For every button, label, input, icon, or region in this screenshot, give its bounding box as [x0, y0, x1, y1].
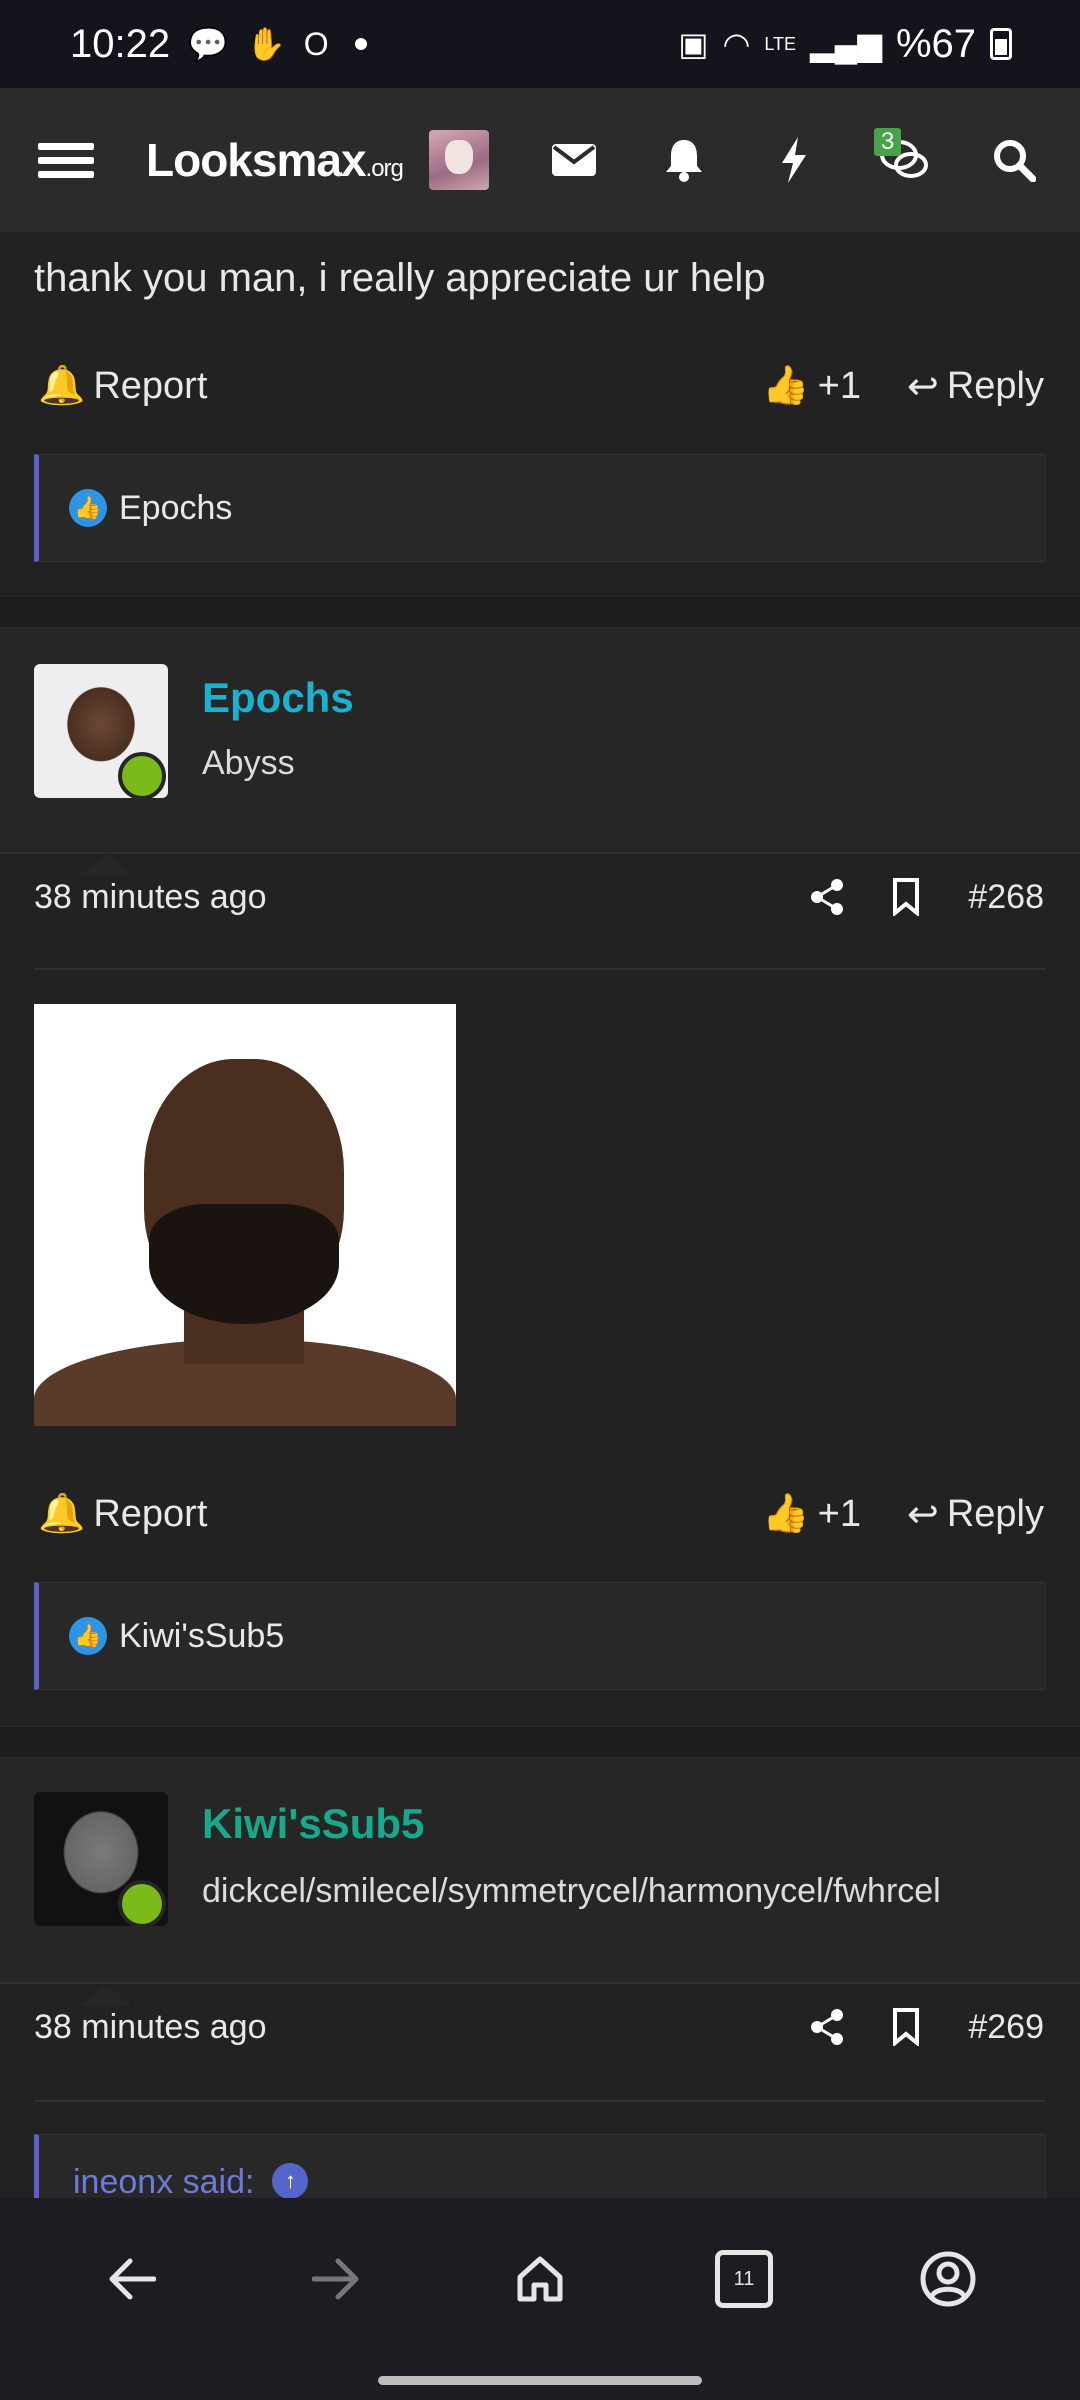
post-separator: [0, 1726, 1080, 1758]
bell-icon: 🔔: [38, 365, 86, 407]
user-avatar[interactable]: [428, 130, 489, 190]
post-meta: 38 minutes ago #268: [0, 854, 1080, 940]
logo-text: Looksmax: [146, 134, 367, 186]
wifi-icon: ◠: [722, 26, 751, 62]
browser-bottom-nav: 11: [0, 2198, 1080, 2400]
post-user-block: Kiwi'sSub5 dickcel/smilecel/symmetrycel/…: [0, 1758, 1080, 2006]
reply-label: Reply: [946, 1492, 1044, 1535]
forward-icon[interactable]: [296, 2239, 376, 2319]
online-indicator: [118, 752, 166, 800]
bookmark-icon[interactable]: [892, 878, 920, 916]
signal-icon: ▂▄▆: [810, 26, 882, 62]
quote-author[interactable]: ineonx said:: [73, 2163, 254, 2198]
user-title: Abyss: [202, 744, 295, 782]
post-image[interactable]: [34, 1004, 456, 1426]
online-indicator: [118, 1880, 166, 1928]
post-body: thank you man, i really appreciate ur he…: [34, 256, 766, 300]
opera-notification-icon: O: [303, 25, 329, 62]
menu-icon[interactable]: [30, 124, 102, 196]
post-separator: [0, 596, 1080, 628]
site-header: Looksmax.org 3: [0, 88, 1080, 232]
site-logo[interactable]: Looksmax.org: [146, 133, 404, 187]
post-username[interactable]: Epochs: [202, 674, 354, 722]
post-time[interactable]: 38 minutes ago: [34, 878, 267, 917]
like-count: +1: [817, 364, 861, 407]
report-label: Report: [93, 1492, 208, 1535]
reactions-users[interactable]: Epochs: [119, 489, 232, 528]
battery-percent: %67: [895, 21, 976, 66]
home-icon[interactable]: [500, 2239, 580, 2319]
network-label: LTE: [764, 34, 797, 54]
reply-button[interactable]: ↩ Reply: [907, 1492, 1044, 1537]
gesture-notification-icon: ✋: [245, 26, 286, 62]
back-icon[interactable]: [92, 2239, 172, 2319]
report-label: Report: [93, 364, 208, 407]
status-time: 10:22: [70, 21, 171, 66]
reactions-bar[interactable]: 👍 Kiwi'sSub5: [34, 1582, 1046, 1690]
post-number[interactable]: #269: [968, 2008, 1044, 2047]
post-time[interactable]: 38 minutes ago: [34, 2008, 267, 2047]
bell-icon[interactable]: [648, 124, 720, 196]
tabs-icon[interactable]: 11: [704, 2239, 784, 2319]
chat-icon[interactable]: 3: [868, 124, 940, 196]
like-count: +1: [817, 1492, 861, 1535]
status-bar: 10:22 💬 ✋ O ▣ ◠ LTE ▂▄▆ %67: [0, 0, 1080, 88]
thread-content: thank you man, i really appreciate ur he…: [0, 232, 1080, 2198]
post-meta: 38 minutes ago #269: [0, 1984, 1080, 2070]
like-button[interactable]: 👍 +1: [762, 364, 861, 408]
logo-suffix: .org: [365, 155, 404, 182]
report-button[interactable]: 🔔 Report: [38, 364, 207, 408]
quote-jump-icon[interactable]: ↑: [272, 2163, 309, 2198]
post-number[interactable]: #268: [968, 878, 1044, 917]
reply-label: Reply: [946, 364, 1044, 407]
search-icon[interactable]: [978, 124, 1050, 196]
tab-count: 11: [715, 2250, 773, 2308]
like-button[interactable]: 👍 +1: [762, 1492, 861, 1536]
post-actions: 🔔 Report 👍 +1 ↩ Reply: [0, 356, 1080, 416]
reactions-users[interactable]: Kiwi'sSub5: [119, 1617, 284, 1656]
lightning-icon[interactable]: [758, 124, 830, 196]
divider: [34, 968, 1046, 970]
share-icon[interactable]: [810, 879, 844, 915]
share-icon[interactable]: [810, 2009, 844, 2045]
account-icon[interactable]: [908, 2239, 988, 2319]
battery-saver-icon: ▣: [678, 26, 709, 62]
thumbs-up-icon: 👍: [762, 1493, 810, 1535]
divider: [34, 2100, 1046, 2102]
gesture-bar[interactable]: [378, 2376, 702, 2385]
report-button[interactable]: 🔔 Report: [38, 1492, 207, 1536]
reply-button[interactable]: ↩ Reply: [907, 364, 1044, 409]
thumbs-up-icon: 👍: [762, 365, 810, 407]
message-notification-icon: 💬: [188, 26, 228, 62]
user-title: dickcel/smilecel/symmetrycel/harmonycel/…: [202, 1872, 941, 1910]
bell-icon: 🔔: [38, 1493, 86, 1535]
reply-arrow-icon: ↩: [907, 1493, 939, 1536]
reactions-bar[interactable]: 👍 Epochs: [34, 454, 1046, 562]
battery-icon: [990, 28, 1012, 60]
post-user-block: Epochs Abyss: [0, 628, 1080, 876]
quote-block[interactable]: ineonx said: ↑: [34, 2134, 1046, 2198]
post-actions: 🔔 Report 👍 +1 ↩ Reply: [0, 1484, 1080, 1544]
like-reaction-icon: 👍: [69, 1617, 107, 1655]
post-username[interactable]: Kiwi'sSub5: [202, 1800, 424, 1848]
bookmark-icon[interactable]: [892, 2008, 920, 2046]
chat-badge: 3: [874, 128, 902, 156]
envelope-icon[interactable]: [538, 124, 610, 196]
reply-arrow-icon: ↩: [907, 365, 939, 408]
like-reaction-icon: 👍: [69, 489, 107, 527]
more-notifications-icon: [354, 38, 367, 50]
